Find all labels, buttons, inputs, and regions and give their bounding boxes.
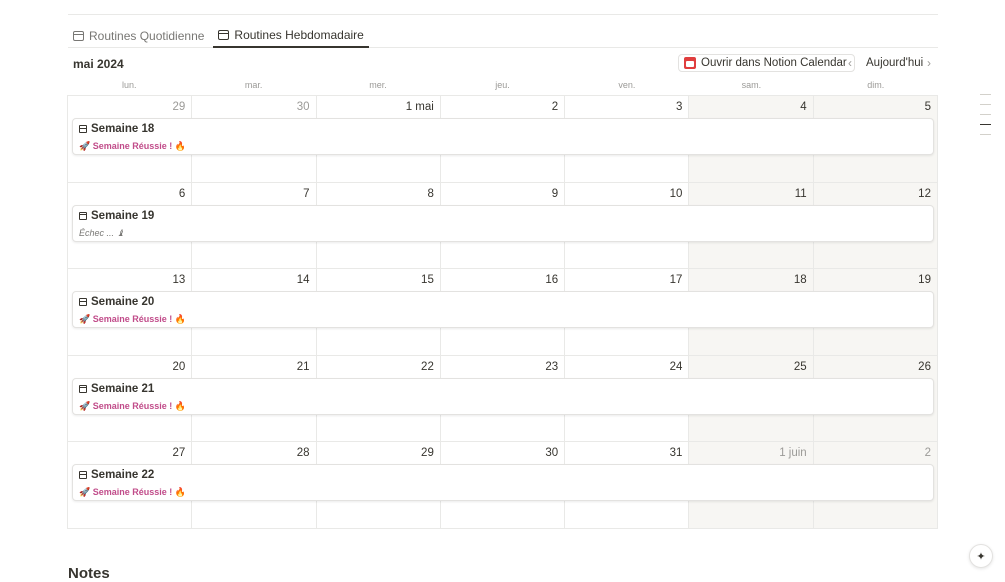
day-number: 16 bbox=[545, 274, 559, 286]
week-card[interactable]: Semaine 22 🚀 Semaine Réussie ! 🔥 bbox=[72, 464, 934, 501]
weekday-label: ven. bbox=[618, 80, 636, 90]
week-card-title: Semaine 18 bbox=[79, 123, 927, 135]
week-card[interactable]: Semaine 18 🚀 Semaine Réussie ! 🔥 bbox=[72, 118, 934, 155]
day-number: 3 bbox=[676, 101, 683, 113]
week-status: Échec ... ♝ bbox=[79, 227, 125, 238]
day-number: 11 bbox=[794, 187, 807, 200]
day-number: 17 bbox=[669, 274, 683, 286]
week-card-title: Semaine 19 bbox=[79, 210, 927, 222]
weekday-label: mar. bbox=[244, 80, 263, 90]
top-divider bbox=[68, 14, 938, 15]
page-outline-indicator[interactable] bbox=[980, 94, 991, 144]
day-number: 30 bbox=[296, 101, 310, 113]
weekday-label: sam. bbox=[741, 80, 762, 90]
day-number: 2 bbox=[924, 447, 931, 459]
table-icon bbox=[73, 30, 84, 41]
day-number: 8 bbox=[427, 187, 434, 200]
week-row: 20 21 22 23 24 25 26 Semaine 21 🚀 Semaine Réussi… bbox=[68, 355, 938, 442]
day-number: 15 bbox=[421, 274, 434, 286]
week-card-title-text: Semaine 20 bbox=[91, 296, 155, 308]
tab-label: Routines Hebdomadaire bbox=[234, 28, 364, 42]
day-number: 29 bbox=[421, 447, 434, 459]
day-number: 6 bbox=[178, 187, 186, 200]
day-number: 13 bbox=[172, 274, 186, 286]
week-row: 27 28 29 30 31 1 juin 2 Semaine 22 🚀 Semaine Réu… bbox=[68, 442, 938, 529]
calendar-grid: 29 30 1 mai 2 3 4 5 Semaine 18 🚀 Semaine Réussie… bbox=[67, 95, 938, 529]
weekday-header: lun. mar. mer. jeu. ven. sam. dim. bbox=[67, 80, 938, 90]
previous-month-icon[interactable]: ‹ bbox=[848, 56, 852, 70]
week-status: 🚀 Semaine Réussie ! 🔥 bbox=[79, 400, 186, 411]
day-number: 7 bbox=[303, 187, 310, 200]
day-number: 2 bbox=[551, 101, 559, 113]
today-button[interactable]: Aujourd'hui bbox=[866, 57, 923, 69]
day-number: 21 bbox=[296, 360, 310, 373]
week-row: 13 14 15 16 17 18 19 Semaine 20 🚀 Semaine Réussi… bbox=[68, 269, 938, 356]
day-number: 22 bbox=[421, 360, 434, 373]
tab-label: Routines Quotidienne bbox=[89, 28, 205, 43]
calendar-icon bbox=[79, 471, 87, 479]
day-number: 10 bbox=[669, 187, 683, 200]
calendar-icon bbox=[79, 384, 87, 393]
weekday-label: lun. bbox=[121, 80, 137, 90]
calendar-icon bbox=[79, 298, 87, 306]
day-number: 9 bbox=[551, 187, 559, 200]
day-number: 1 mai bbox=[405, 101, 434, 113]
weekday-label: dim. bbox=[867, 80, 885, 90]
week-card-title: Semaine 20 bbox=[79, 296, 927, 308]
week-card-title-text: Semaine 22 bbox=[91, 469, 155, 481]
week-card[interactable]: Semaine 19 Échec ... ♝ bbox=[72, 204, 934, 242]
open-notion-calendar-label: Ouvrir dans Notion Calendar bbox=[701, 57, 847, 69]
next-month-icon[interactable]: › bbox=[927, 56, 931, 70]
weekday-label: mer. bbox=[369, 80, 387, 90]
day-number: 19 bbox=[918, 274, 931, 286]
month-label: mai 2024 bbox=[73, 57, 124, 71]
calendar-icon bbox=[79, 125, 87, 133]
day-number: 14 bbox=[296, 274, 310, 286]
day-number: 28 bbox=[296, 447, 310, 459]
tab-routines-hebdomadaire[interactable]: Routines Hebdomadaire bbox=[213, 24, 369, 48]
day-number: 27 bbox=[172, 447, 186, 459]
calendar-icon bbox=[79, 211, 87, 220]
week-card-title: Semaine 21 bbox=[79, 383, 927, 395]
tab-routines-quotidienne[interactable]: Routines Quotidienne bbox=[68, 24, 209, 47]
day-number: 30 bbox=[545, 447, 559, 459]
week-card-title: Semaine 22 bbox=[79, 469, 927, 481]
notion-calendar-icon bbox=[684, 57, 696, 69]
day-number: 1 juin bbox=[779, 447, 807, 459]
day-number: 25 bbox=[793, 360, 807, 373]
weekday-label: jeu. bbox=[495, 80, 510, 90]
view-tabs: Routines Quotidienne Routines Hebdomadai… bbox=[68, 24, 938, 48]
notes-heading: Notes bbox=[68, 565, 110, 582]
day-number: 18 bbox=[793, 274, 807, 286]
week-card[interactable]: Semaine 20 🚀 Semaine Réussie ! 🔥 bbox=[72, 291, 934, 328]
week-row: 29 30 1 mai 2 3 4 5 Semaine 18 🚀 Semaine Réussie… bbox=[68, 96, 938, 183]
day-number: 20 bbox=[172, 360, 186, 373]
day-number: 12 bbox=[918, 187, 931, 200]
day-number: 31 bbox=[669, 447, 683, 459]
day-number: 23 bbox=[545, 360, 559, 373]
week-card-title-text: Semaine 21 bbox=[91, 382, 155, 395]
open-notion-calendar-button[interactable]: Ouvrir dans Notion Calendar bbox=[678, 54, 855, 72]
day-number: 24 bbox=[669, 360, 683, 373]
calendar-icon bbox=[218, 30, 230, 40]
week-status: 🚀 Semaine Réussie ! 🔥 bbox=[79, 141, 186, 151]
sparkle-icon[interactable]: ✦ bbox=[969, 544, 993, 568]
week-status: 🚀 Semaine Réussie ! 🔥 bbox=[79, 314, 186, 324]
week-card-title-text: Semaine 19 bbox=[91, 209, 155, 222]
day-number: 5 bbox=[924, 101, 931, 113]
day-number: 29 bbox=[172, 101, 186, 113]
day-number: 26 bbox=[918, 360, 931, 373]
week-row: 6 7 8 9 10 11 12 Semaine 19 Échec ... ♝ bbox=[68, 182, 938, 269]
week-card-title-text: Semaine 18 bbox=[91, 123, 155, 135]
week-status: 🚀 Semaine Réussie ! 🔥 bbox=[79, 487, 186, 497]
day-number: 4 bbox=[800, 101, 807, 113]
week-card[interactable]: Semaine 21 🚀 Semaine Réussie ! 🔥 bbox=[72, 377, 934, 415]
